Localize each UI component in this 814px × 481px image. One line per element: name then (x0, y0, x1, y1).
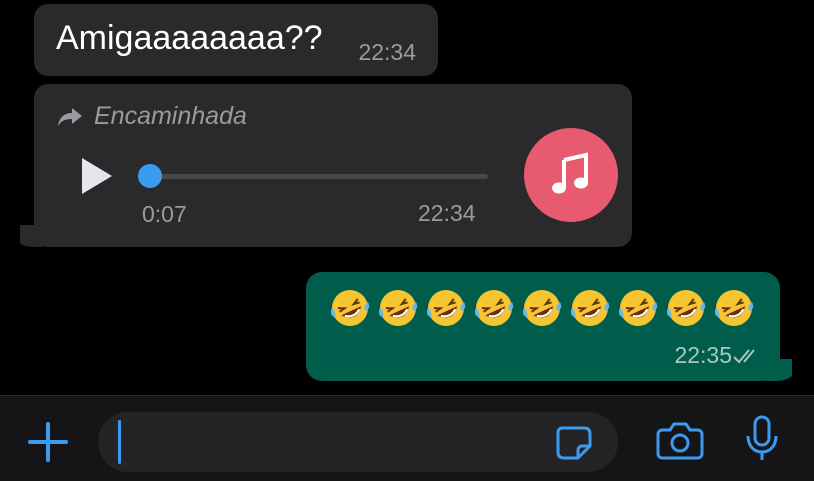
mic-icon[interactable] (744, 414, 780, 464)
rolling-laughing-emoji (474, 290, 514, 326)
audio-scrubber[interactable] (138, 164, 162, 188)
plus-icon[interactable] (26, 420, 70, 464)
rolling-laughing-emoji (666, 290, 706, 326)
forward-icon (58, 107, 82, 126)
rolling-laughing-emoji (426, 290, 466, 326)
rolling-laughing-emoji (570, 290, 610, 326)
forwarded-text: Encaminhada (94, 102, 247, 130)
message-bubble-outgoing[interactable]: 22:35 (306, 272, 780, 381)
bubble-tail (20, 225, 48, 247)
rolling-laughing-emoji (618, 290, 658, 326)
audio-progress-track[interactable] (146, 174, 488, 179)
text-cursor (118, 420, 121, 464)
message-time: 22:35 (674, 342, 732, 368)
audio-message-bubble[interactable]: Encaminhada 0:07 22:34 (34, 84, 632, 247)
play-icon[interactable] (78, 156, 114, 196)
double-check-icon (733, 349, 755, 364)
rolling-laughing-emoji (330, 290, 370, 326)
message-time: 22:34 (358, 39, 416, 65)
message-text: Amigaaaaaaaa?? (56, 19, 323, 57)
message-bubble-incoming[interactable]: Amigaaaaaaaa?? 22:34 (34, 4, 438, 76)
rolling-laughing-emoji (522, 290, 562, 326)
rolling-laughing-emoji (378, 290, 418, 326)
composer-bar (0, 395, 814, 481)
audio-duration: 0:07 (142, 201, 187, 227)
bubble-tail (766, 359, 792, 381)
sticker-icon[interactable] (554, 424, 594, 462)
camera-icon[interactable] (656, 420, 704, 460)
forwarded-label: Encaminhada (56, 102, 247, 131)
message-time: 22:34 (418, 200, 476, 226)
rolling-laughing-emoji (714, 290, 754, 326)
message-input[interactable] (98, 412, 618, 472)
emoji-message (328, 286, 756, 330)
music-icon (524, 128, 618, 222)
